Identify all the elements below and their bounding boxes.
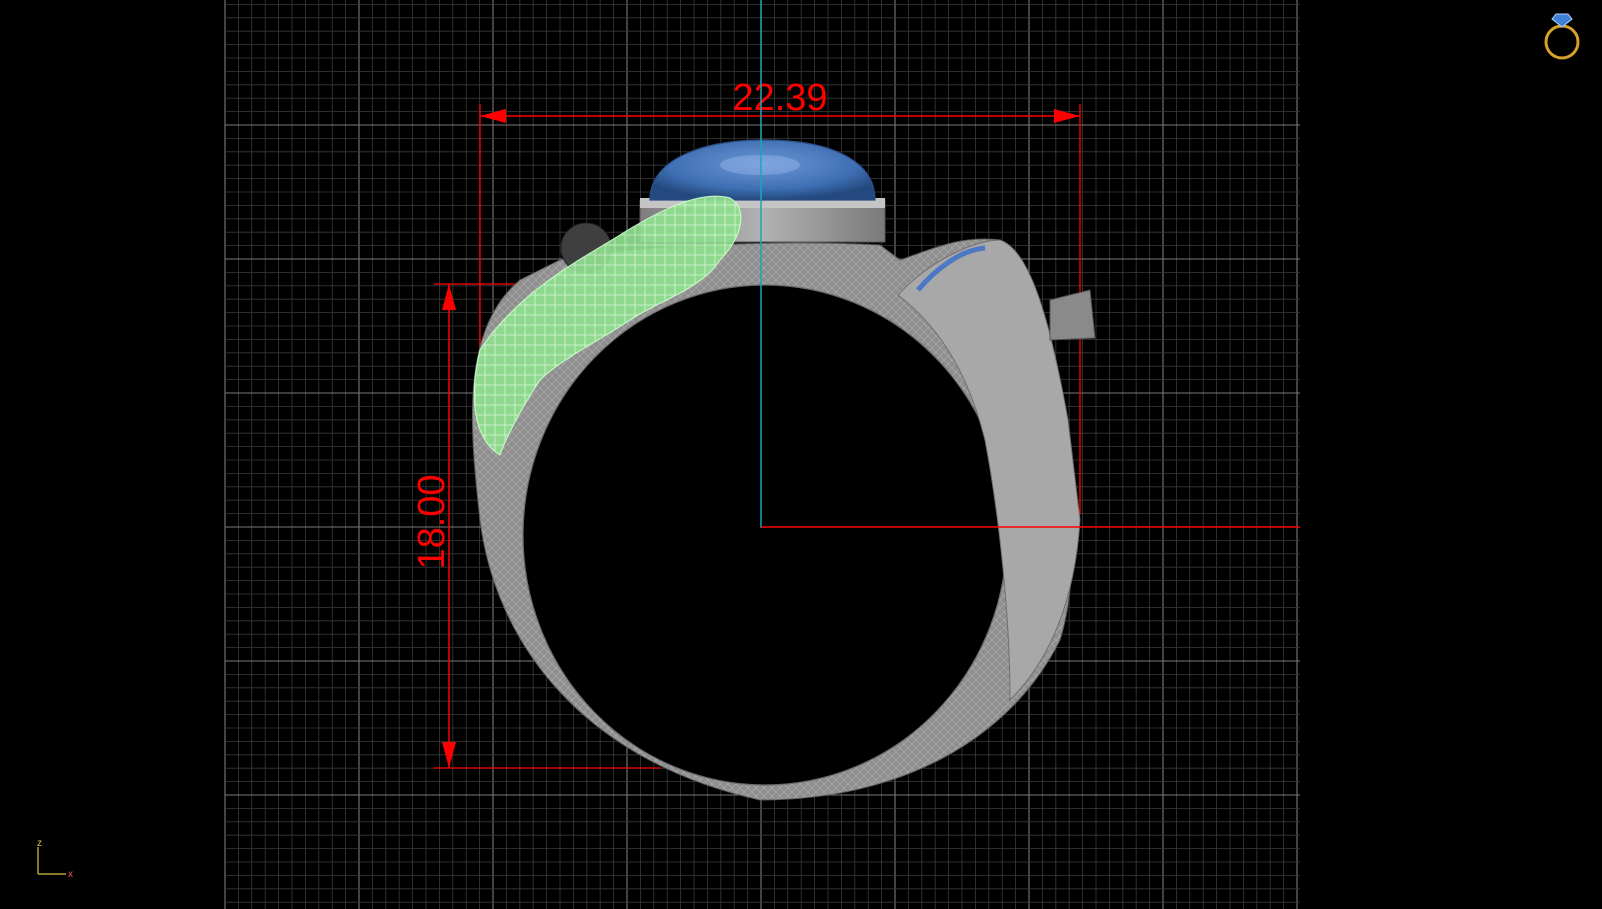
axis-indicator: z x — [37, 838, 73, 880]
viewport-canvas[interactable]: 22.39 18.00 z x — [0, 0, 1602, 909]
z-axis-label: z — [37, 838, 42, 849]
height-arrow-top — [442, 284, 456, 310]
right-shoulder-tip — [1049, 289, 1096, 341]
gem-highlight — [720, 155, 800, 175]
3d-viewport[interactable]: 22.39 18.00 z x — [0, 0, 1602, 909]
width-dimension-label: 22.39 — [732, 77, 827, 119]
height-dimension-label: 18.00 — [411, 474, 453, 569]
ring-inner-hole — [522, 284, 1008, 786]
ring-icon[interactable] — [1544, 13, 1580, 60]
x-axis-label: x — [68, 869, 73, 880]
width-arrow-right — [1054, 109, 1080, 123]
